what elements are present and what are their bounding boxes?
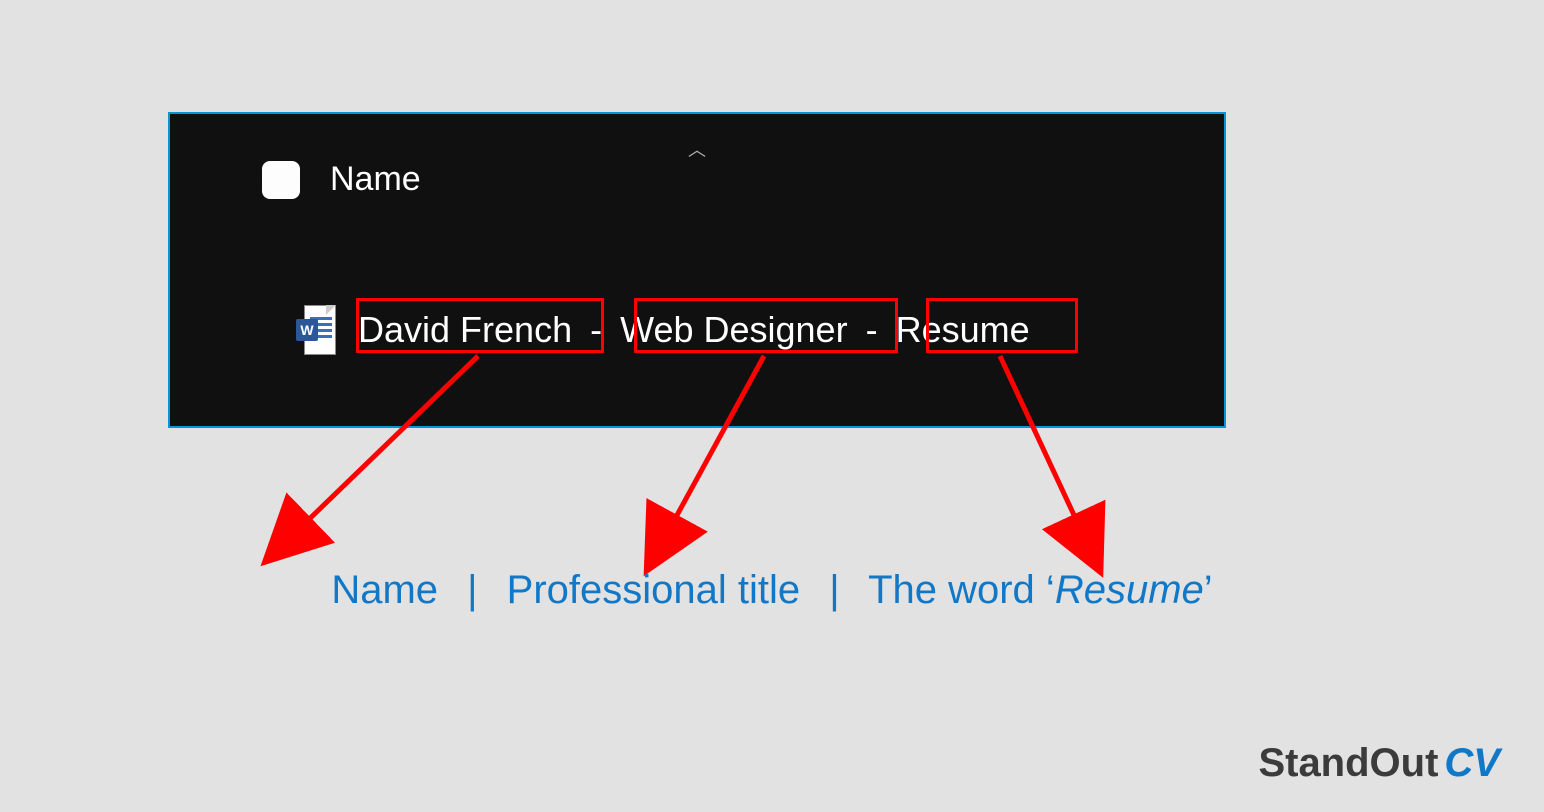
annotation-captions: Name | Professional title | The word ‘Re… bbox=[0, 568, 1544, 613]
column-header-name[interactable]: Name bbox=[330, 160, 421, 199]
filename-separator: - bbox=[582, 309, 610, 351]
file-name: David French - Web Designer - Resume bbox=[358, 309, 1030, 351]
column-header-row: Name bbox=[262, 160, 421, 199]
brand-part2: CV bbox=[1444, 741, 1500, 785]
filename-part-doclabel: Resume bbox=[896, 309, 1030, 351]
caption-title: Professional title bbox=[507, 568, 800, 612]
file-row[interactable]: W David French - Web Designer - Resume bbox=[296, 300, 1030, 360]
brand-logo: StandOutCV bbox=[1258, 741, 1500, 786]
caption-name: Name bbox=[331, 568, 438, 612]
caption-separator: | bbox=[811, 568, 857, 612]
select-all-checkbox[interactable] bbox=[262, 161, 300, 199]
filename-part-title: Web Designer bbox=[620, 309, 847, 351]
brand-part1: StandOut bbox=[1258, 741, 1438, 785]
caption-separator: | bbox=[449, 568, 495, 612]
caption-doclabel: The word ‘Resume’ bbox=[868, 568, 1213, 612]
filename-part-name: David French bbox=[358, 309, 572, 351]
word-icon: W bbox=[296, 305, 336, 355]
filename-separator: - bbox=[858, 309, 886, 351]
